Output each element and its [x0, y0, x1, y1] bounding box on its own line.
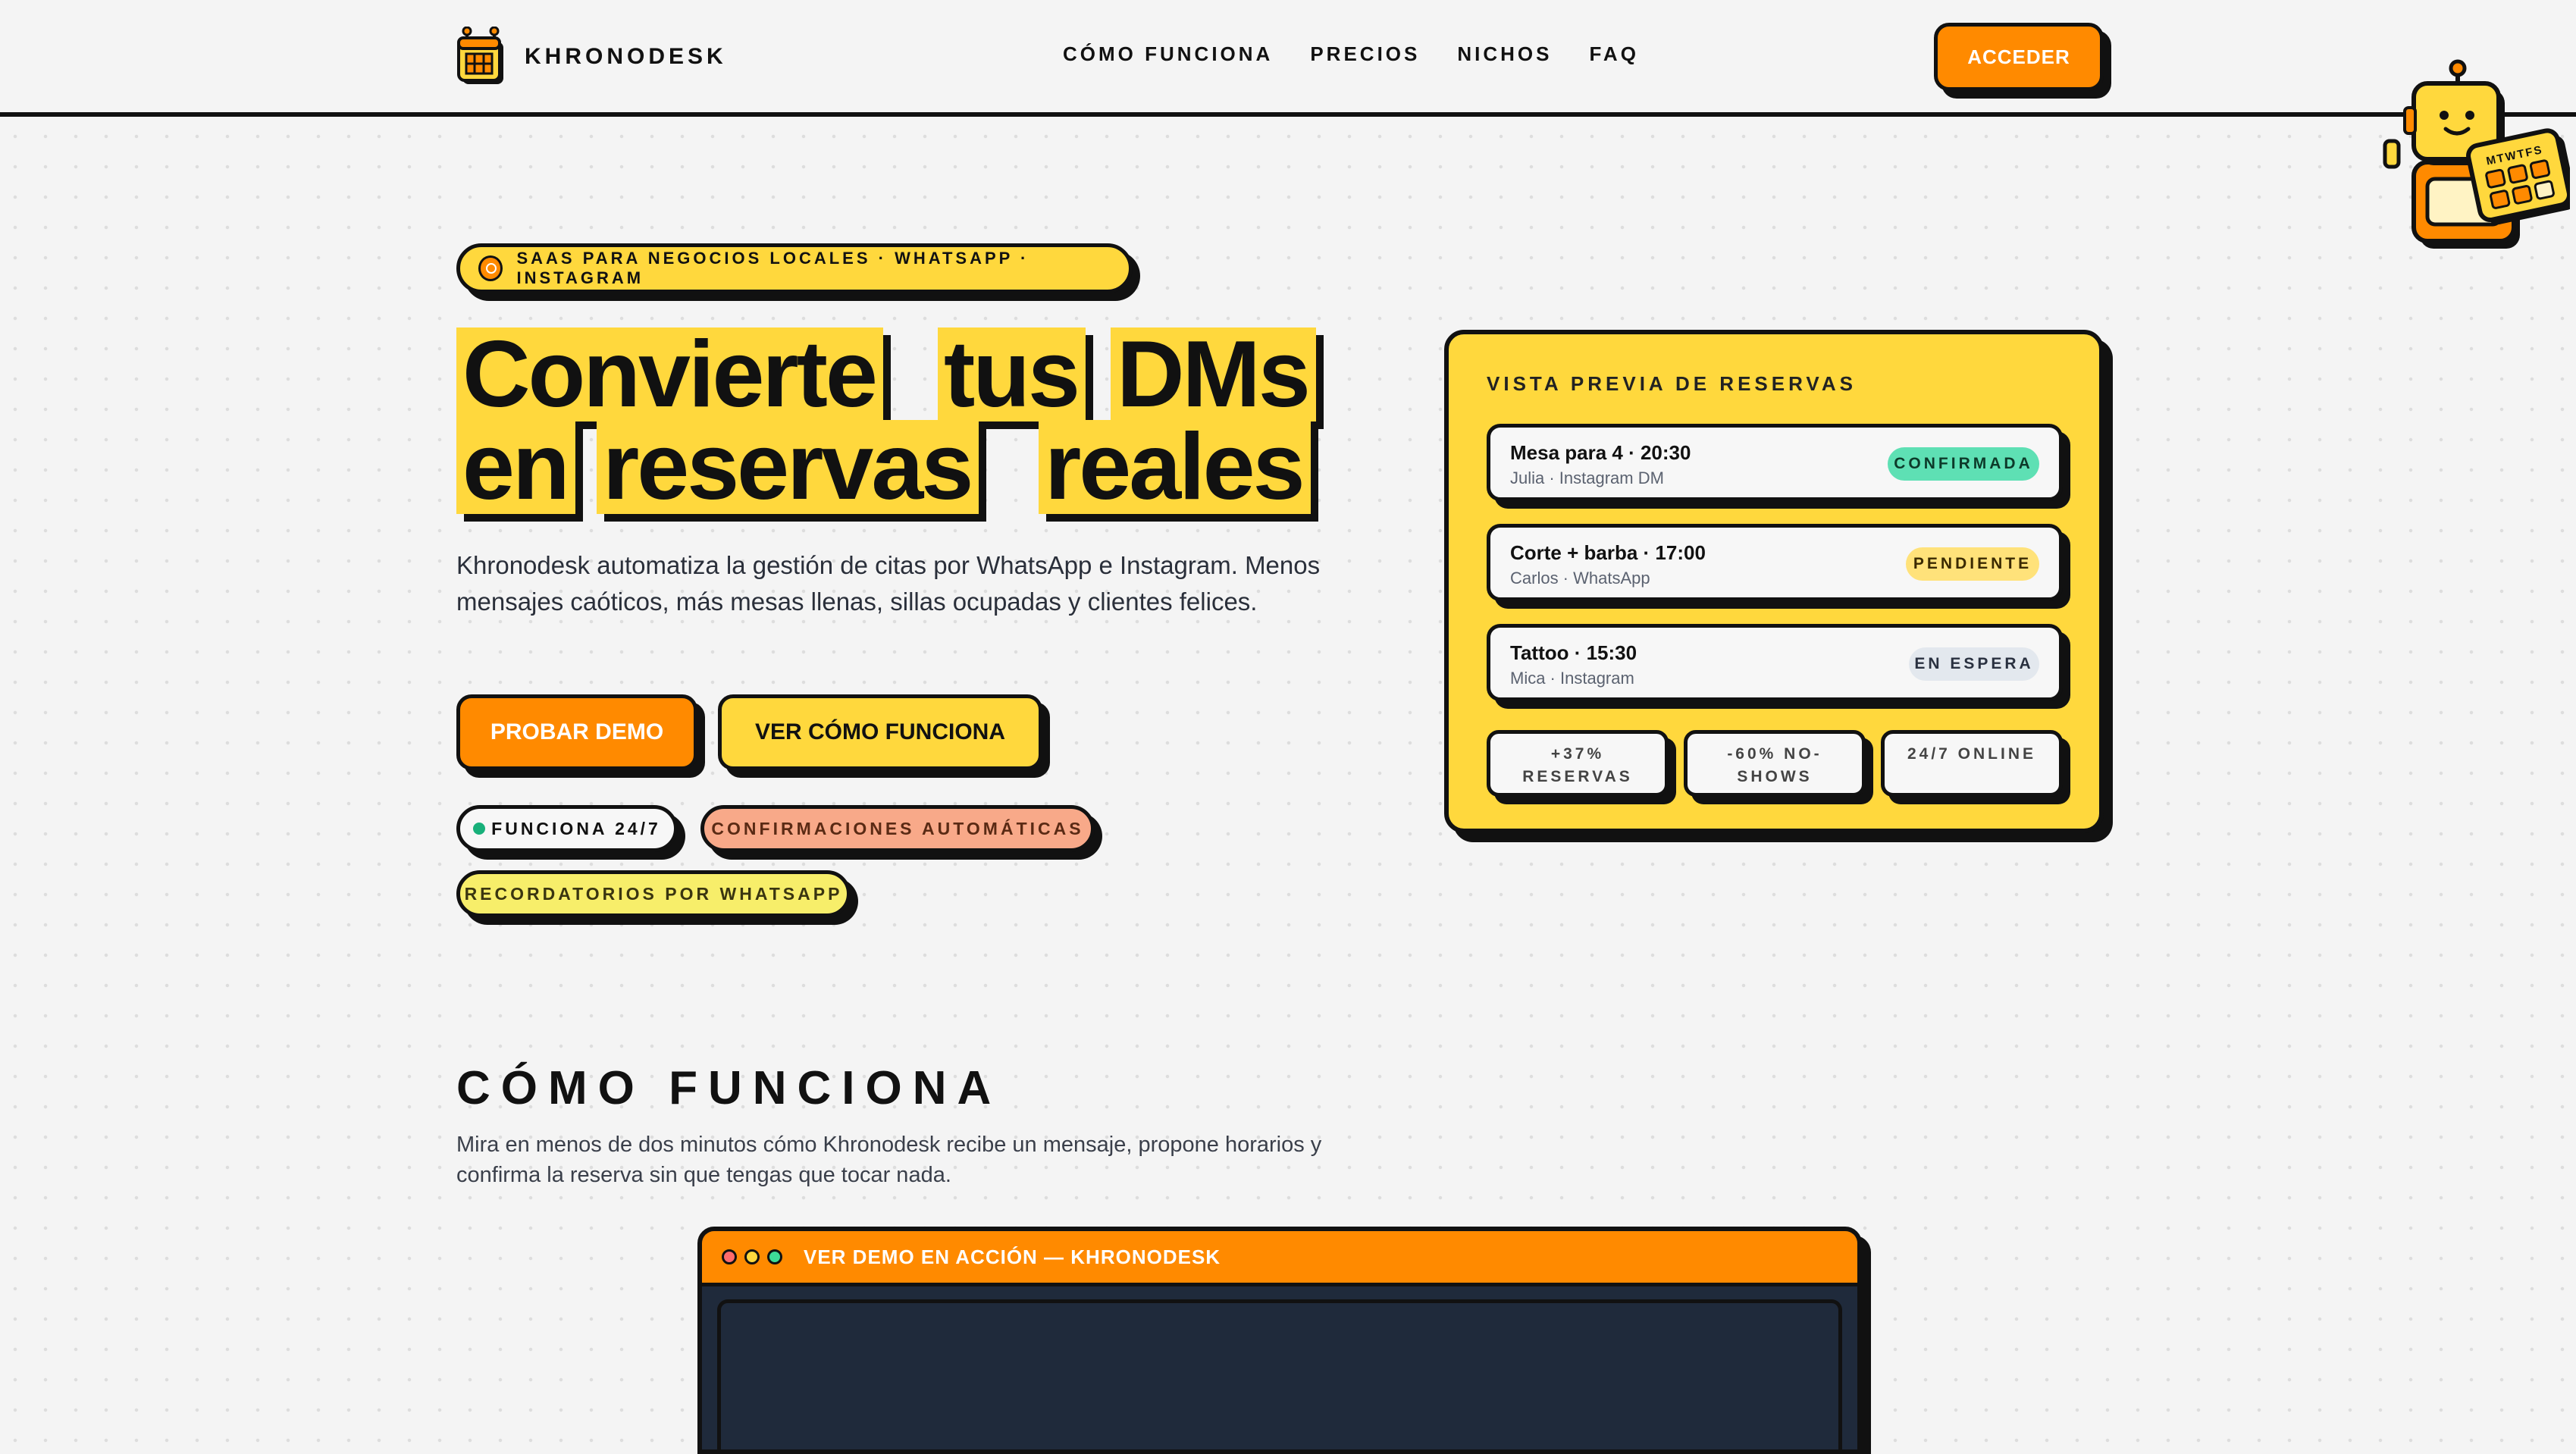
ver-como-funciona-button[interactable]: VER CÓMO FUNCIONA	[718, 694, 1042, 770]
stat-no-shows: -60% NO- SHOWS	[1684, 730, 1866, 797]
chip-label: FUNCIONA 24/7	[491, 818, 661, 838]
nav-faq[interactable]: FAQ	[1589, 42, 1638, 66]
reservation-row[interactable]: Tattoo · 15:30 Mica · Instagram EN ESPER…	[1487, 624, 2063, 701]
headline-word: tus	[938, 327, 1086, 421]
headline-word: reservas	[597, 420, 979, 514]
preview-title: VISTA PREVIA DE RESERVAS	[1487, 372, 1857, 395]
calendar-robot-icon	[457, 27, 503, 84]
stat-line: SHOWS	[1737, 768, 1813, 785]
brand-logo[interactable]: KHRONODESK	[456, 23, 727, 91]
hero-eyebrow-badge: SAAS PARA NEGOCIOS LOCALES · WHATSAPP · …	[456, 243, 1133, 293]
probar-demo-button[interactable]: PROBAR DEMO	[456, 694, 697, 770]
status-badge: PENDIENTE	[1906, 547, 2039, 581]
status-badge: EN ESPERA	[1909, 647, 2039, 681]
brand-name: KHRONODESK	[525, 44, 727, 69]
eyebrow-text: SAAS PARA NEGOCIOS LOCALES · WHATSAPP · …	[516, 249, 1029, 287]
demo-video-window[interactable]: VER DEMO EN ACCIÓN — KHRONODESK	[697, 1227, 1862, 1454]
reservation-row[interactable]: Mesa para 4 · 20:30 Julia · Instagram DM…	[1487, 424, 2063, 501]
site-header: KHRONODESK CÓMO FUNCIONA PRECIOS NICHOS …	[0, 0, 2576, 117]
demo-window-title: VER DEMO EN ACCIÓN — KHRONODESK	[804, 1245, 1221, 1268]
demo-video-screen[interactable]	[717, 1299, 1842, 1449]
main-nav: CÓMO FUNCIONA PRECIOS NICHOS FAQ	[1063, 42, 1639, 66]
robot-mascot-icon: MTWTFS	[2383, 59, 2570, 249]
stat-line: RESERVAS	[1522, 768, 1633, 785]
status-dot-icon	[473, 823, 486, 835]
reservation-subtitle: Julia · Instagram DM	[1510, 468, 1664, 487]
section-description: Mira en menos de dos minutos cómo Khrono…	[456, 1133, 1322, 1187]
nav-como-funciona[interactable]: CÓMO FUNCIONA	[1063, 42, 1273, 66]
reservation-row[interactable]: Corte + barba · 17:00 Carlos · WhatsApp …	[1487, 524, 2063, 601]
stat-reservas: +37% RESERVAS	[1487, 730, 1669, 797]
stat-line: 24/7 ONLINE	[1907, 745, 2037, 763]
feature-chip-24-7: FUNCIONA 24/7	[456, 805, 678, 852]
headline-word: Convierte	[456, 327, 883, 421]
demo-window-titlebar: VER DEMO EN ACCIÓN — KHRONODESK	[702, 1231, 1857, 1286]
headline-word: DMs	[1111, 327, 1316, 421]
reservation-subtitle: Mica · Instagram	[1510, 669, 1634, 688]
feature-chip-confirmaciones: CONFIRMACIONES AUTOMÁTICAS	[700, 805, 1095, 852]
stat-line: +37%	[1550, 745, 1605, 763]
feature-chip-recordatorios: RECORDATORIOS POR WHATSAPP	[456, 870, 851, 917]
window-maximize-dot-icon	[767, 1249, 782, 1264]
status-badge: CONFIRMADA	[1888, 447, 2039, 481]
nav-precios[interactable]: PRECIOS	[1310, 42, 1420, 66]
nav-nichos[interactable]: NICHOS	[1457, 42, 1552, 66]
reservation-title: Mesa para 4 · 20:30	[1510, 441, 1691, 464]
section-title: CÓMO FUNCIONA	[456, 1062, 1002, 1114]
window-close-dot-icon	[722, 1249, 737, 1264]
reservation-title: Corte + barba · 17:00	[1510, 541, 1706, 564]
window-minimize-dot-icon	[744, 1249, 760, 1264]
headline-word: en	[456, 420, 575, 514]
reservation-subtitle: Carlos · WhatsApp	[1510, 569, 1650, 588]
stat-line: -60% NO-	[1727, 745, 1822, 763]
target-icon	[478, 255, 503, 281]
hero-description: Khronodesk automatiza la gestión de cita…	[456, 551, 1321, 616]
reservation-title: Tattoo · 15:30	[1510, 641, 1637, 664]
acceder-button[interactable]: ACCEDER	[1934, 23, 2104, 91]
stat-online: 24/7 ONLINE	[1881, 730, 2063, 797]
headline-word: reales	[1039, 420, 1311, 514]
reservations-preview-card: VISTA PREVIA DE RESERVAS Mesa para 4 · 2…	[1444, 330, 2104, 833]
